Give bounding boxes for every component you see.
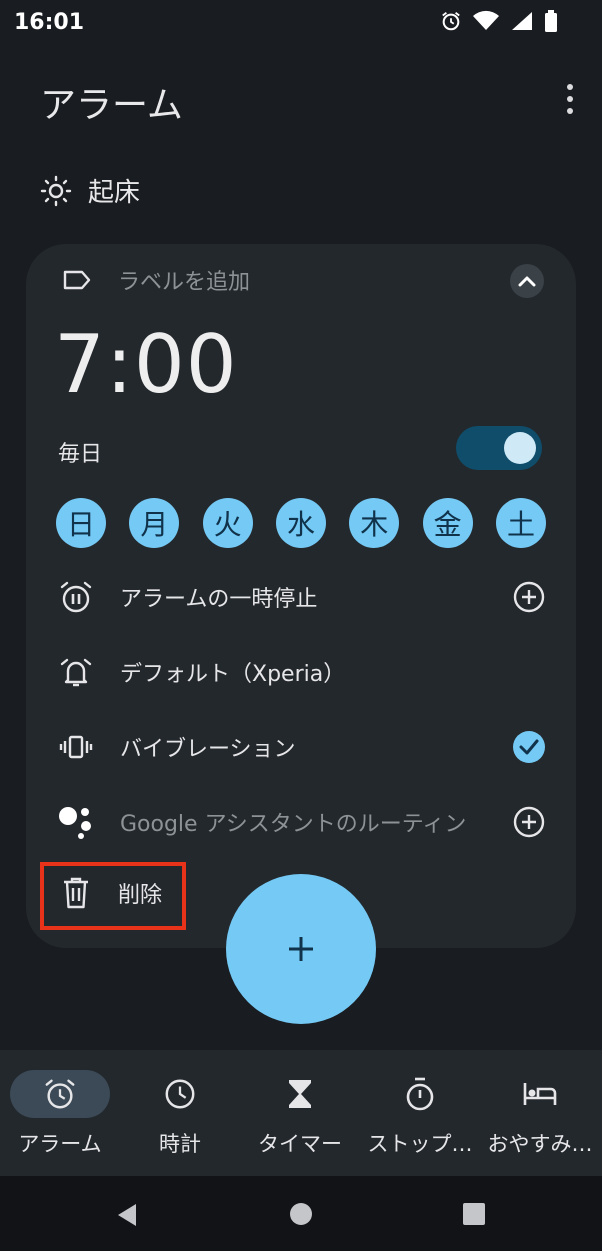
label-placeholder: ラベルを追加 — [118, 270, 251, 295]
assistant-routine-row[interactable]: Google アシスタントのルーティン — [56, 802, 546, 842]
vibration-checkbox[interactable] — [512, 730, 546, 764]
stopwatch-icon — [406, 1077, 434, 1111]
day-sat[interactable]: 土 — [495, 498, 546, 548]
nav-bedtime[interactable]: おやすみ… — [480, 1050, 600, 1176]
check-icon — [513, 731, 545, 763]
alarm-pause-icon — [56, 577, 96, 617]
alarm-toggle[interactable] — [456, 426, 542, 470]
add-alarm-button[interactable] — [226, 874, 376, 1024]
bottom-navigation: アラーム 時計 タイマー ストップ… おやすみ… — [0, 1050, 602, 1176]
repeat-label: 毎日 — [58, 442, 103, 467]
chevron-up-icon — [518, 276, 536, 287]
add-circle-icon — [513, 581, 545, 613]
system-navigation — [0, 1176, 602, 1251]
day-fri[interactable]: 金 — [422, 498, 473, 548]
alarm-clock-icon — [45, 1079, 75, 1109]
section-header: 起床 — [40, 172, 140, 209]
pause-alarm-row[interactable]: アラームの一時停止 — [56, 577, 546, 617]
add-routine-button[interactable] — [512, 805, 546, 839]
status-time: 16:01 — [14, 10, 85, 35]
home-icon[interactable] — [289, 1202, 313, 1226]
assistant-routine-label: Google アシスタントのルーティン — [120, 812, 467, 837]
page-title: アラーム — [40, 85, 183, 126]
clock-icon — [165, 1079, 195, 1109]
plus-icon — [289, 937, 313, 961]
more-vert-icon — [567, 84, 573, 90]
google-assistant-icon — [56, 802, 96, 842]
day-selector: 日 月 火 水 木 金 土 — [56, 498, 546, 548]
alarm-sound-row[interactable]: デフォルト（Xperia） — [56, 652, 546, 692]
signal-icon — [512, 12, 532, 30]
alarm-status-icon — [442, 12, 460, 31]
label-icon — [63, 270, 91, 290]
add-pause-button[interactable] — [512, 580, 546, 614]
day-tue[interactable]: 火 — [202, 498, 253, 548]
hourglass-icon — [289, 1080, 311, 1108]
day-thu[interactable]: 木 — [349, 498, 400, 548]
add-circle-icon — [513, 806, 545, 838]
add-label-button[interactable]: ラベルを追加 — [62, 264, 250, 296]
nav-bedtime-label: おやすみ… — [487, 1132, 593, 1156]
alarm-bell-icon — [56, 652, 96, 692]
vibration-label: バイブレーション — [120, 737, 296, 762]
more-options-button[interactable] — [564, 84, 576, 114]
section-label: 起床 — [88, 178, 141, 208]
recents-icon[interactable] — [462, 1202, 486, 1226]
status-icons — [440, 10, 558, 32]
vibration-row[interactable]: バイブレーション — [56, 727, 546, 767]
back-icon[interactable] — [114, 1202, 140, 1228]
collapse-button[interactable] — [510, 264, 544, 298]
sun-icon — [40, 175, 72, 206]
wifi-icon — [473, 10, 499, 30]
alarm-time[interactable]: 7:00 — [54, 318, 238, 411]
day-wed[interactable]: 水 — [275, 498, 326, 548]
highlight-box — [40, 862, 186, 930]
day-mon[interactable]: 月 — [129, 498, 180, 548]
alarm-sound-label: デフォルト（Xperia） — [120, 662, 346, 687]
battery-icon — [545, 10, 557, 32]
pause-alarm-label: アラームの一時停止 — [120, 587, 318, 612]
toggle-knob — [504, 432, 536, 464]
bed-icon — [523, 1083, 557, 1105]
vibration-icon — [56, 727, 96, 767]
day-sun[interactable]: 日 — [56, 498, 106, 548]
